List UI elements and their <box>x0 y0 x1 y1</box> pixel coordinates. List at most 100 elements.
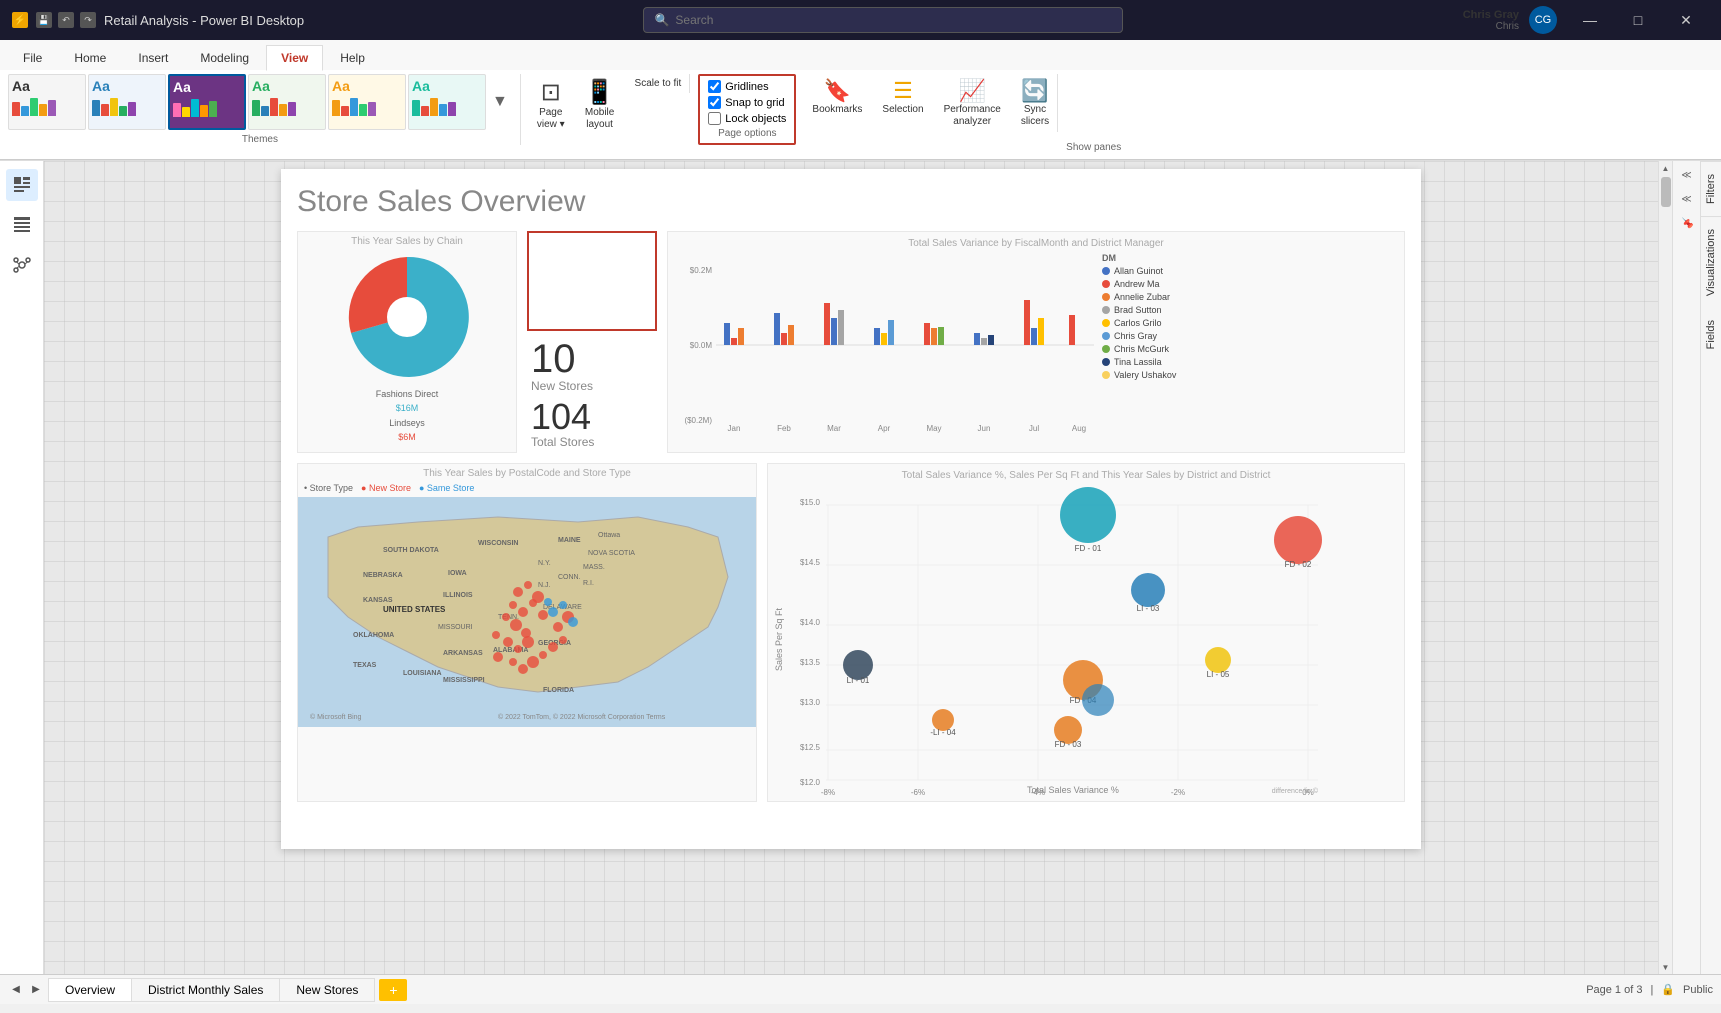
svg-text:$12.5: $12.5 <box>800 743 821 752</box>
kpi-selected-box[interactable] <box>527 231 657 331</box>
snap-to-grid-option[interactable]: Snap to grid <box>708 96 786 109</box>
theme-swatch-4[interactable]: Aa <box>248 74 326 130</box>
save-recent-icon[interactable]: 💾 <box>36 12 52 28</box>
lindseys-label: Lindseys$6M <box>302 416 512 445</box>
add-tab-button[interactable]: + <box>379 979 407 1001</box>
bar-chart-card[interactable]: Total Sales Variance by FiscalMonth and … <box>667 231 1405 453</box>
legend-chris-gray: Chris Gray <box>1102 331 1202 341</box>
svg-text:$14.5: $14.5 <box>800 558 821 567</box>
fields-panel-label[interactable]: Fields <box>1701 308 1721 361</box>
theme-more-chevron[interactable]: ▼ <box>488 93 512 111</box>
user-avatar[interactable]: CG <box>1529 6 1557 34</box>
report-view-icon <box>13 176 31 194</box>
tab-view[interactable]: View <box>266 45 323 71</box>
new-stores-number: 10 <box>531 339 653 379</box>
gridlines-label: Gridlines <box>725 81 768 93</box>
lock-objects-label: Lock objects <box>725 113 786 125</box>
pie-chart-container <box>302 247 512 387</box>
svg-text:KANSAS: KANSAS <box>363 597 393 604</box>
theme-swatch-5[interactable]: Aa <box>328 74 406 130</box>
title-bar-left: ⚡ 💾 ↶ ↷ Retail Analysis - Power BI Deskt… <box>12 12 304 28</box>
scatter-chart-card[interactable]: Total Sales Variance %, Sales Per Sq Ft … <box>767 463 1405 802</box>
title-bar-icons: 💾 ↶ ↷ <box>36 12 96 28</box>
theme-swatch-3[interactable]: Aa <box>168 74 246 130</box>
pin-button[interactable]: 📌 <box>1677 213 1697 233</box>
window-controls: — □ ✕ <box>1567 0 1709 40</box>
lock-objects-checkbox[interactable] <box>708 112 721 125</box>
theme-bar <box>30 98 38 116</box>
model-view-button[interactable] <box>6 249 38 281</box>
legend-annelie-zubar: Annelie Zubar <box>1102 292 1202 302</box>
svg-text:N.Y.: N.Y. <box>538 560 551 567</box>
bookmarks-button[interactable]: 🔖 Bookmarks <box>804 74 870 119</box>
svg-text:Mar: Mar <box>827 424 841 433</box>
svg-text:Aug: Aug <box>1072 424 1086 433</box>
maximize-button[interactable]: □ <box>1615 0 1661 40</box>
svg-text:OKLAHOMA: OKLAHOMA <box>353 632 394 639</box>
scroll-thumb[interactable] <box>1661 177 1671 207</box>
scale-to-fit-label: Scale to fit <box>635 78 682 89</box>
title-search-input[interactable] <box>675 13 1112 27</box>
tab-file[interactable]: File <box>8 45 57 70</box>
snap-to-grid-checkbox[interactable] <box>708 96 721 109</box>
kpi-area: 10 New Stores 104 Total Stores <box>527 231 657 453</box>
bar-chart-content: $0.2M $0.0M ($0.2M) <box>674 253 1398 433</box>
prev-page-button[interactable]: ◀ <box>8 982 24 998</box>
new-stores-tab[interactable]: New Stores <box>279 978 375 1002</box>
app-title: Retail Analysis - Power BI Desktop <box>104 13 304 28</box>
theme-swatch-6[interactable]: Aa <box>408 74 486 130</box>
sync-slicers-icon: 🔄 <box>1021 78 1048 104</box>
map-card[interactable]: This Year Sales by PostalCode and Store … <box>297 463 757 802</box>
minimize-button[interactable]: — <box>1567 0 1613 40</box>
bar-chart-title: Total Sales Variance by FiscalMonth and … <box>674 238 1398 249</box>
selection-icon: ☰ <box>893 78 913 104</box>
filters-panel-label[interactable]: Filters <box>1701 161 1721 216</box>
page-view-button[interactable]: ⊡ Pageview ▾ <box>529 74 573 135</box>
visualizations-panel-label[interactable]: Visualizations <box>1701 216 1721 308</box>
theme-bar <box>288 102 296 116</box>
mobile-layout-button[interactable]: 📱 Mobilelayout <box>577 74 623 135</box>
legend-header: DM <box>1102 253 1202 263</box>
collapse-all-button[interactable]: ≪ <box>1677 165 1697 185</box>
redo-icon[interactable]: ↷ <box>80 12 96 28</box>
performance-analyzer-button[interactable]: 📈 Performanceanalyzer <box>936 74 1009 132</box>
gridlines-checkbox[interactable] <box>708 80 721 93</box>
tab-help[interactable]: Help <box>325 45 380 70</box>
canvas-scroll-area: Store Sales Overview This Year Sales by … <box>44 161 1658 974</box>
district-monthly-sales-tab[interactable]: District Monthly Sales <box>131 978 280 1002</box>
svg-text:Feb: Feb <box>777 424 791 433</box>
title-search-box[interactable]: 🔍 <box>643 7 1123 33</box>
collapse-button[interactable]: ≪ <box>1677 189 1697 209</box>
tab-home[interactable]: Home <box>59 45 121 70</box>
lock-objects-option[interactable]: Lock objects <box>708 112 786 125</box>
undo-icon[interactable]: ↶ <box>58 12 74 28</box>
overview-tab[interactable]: Overview <box>48 978 132 1002</box>
sync-slicers-label: Syncslicers <box>1021 104 1049 128</box>
close-button[interactable]: ✕ <box>1663 0 1709 40</box>
theme-bar <box>412 100 420 116</box>
legend-brad-sutton: Brad Sutton <box>1102 305 1202 315</box>
pie-chart-svg <box>337 247 477 387</box>
vertical-scrollbar[interactable]: ▲ ▼ <box>1658 161 1672 974</box>
svg-text:MAINE: MAINE <box>558 537 581 544</box>
report-view-button[interactable] <box>6 169 38 201</box>
svg-text:$0.2M: $0.2M <box>690 266 713 275</box>
data-view-icon <box>13 216 31 234</box>
tab-insert[interactable]: Insert <box>123 45 183 70</box>
right-panels: ≪ ≪ 📌 Filters Visualizations Fields <box>1672 161 1721 974</box>
tab-modeling[interactable]: Modeling <box>185 45 264 70</box>
data-view-button[interactable] <box>6 209 38 241</box>
scroll-down-arrow[interactable]: ▼ <box>1659 960 1673 974</box>
selection-button[interactable]: ☰ Selection <box>874 74 931 119</box>
gridlines-option[interactable]: Gridlines <box>708 80 786 93</box>
svg-text:SOUTH DAKOTA: SOUTH DAKOTA <box>383 547 439 554</box>
theme-bar <box>128 102 136 116</box>
theme-swatch-1[interactable]: Aa <box>8 74 86 130</box>
theme-swatch-2[interactable]: Aa <box>88 74 166 130</box>
svg-text:$0.0M: $0.0M <box>690 341 713 350</box>
sync-slicers-button[interactable]: 🔄 Syncslicers <box>1013 74 1058 132</box>
title-bar: ⚡ 💾 ↶ ↷ Retail Analysis - Power BI Deskt… <box>0 0 1721 40</box>
next-page-button[interactable]: ▶ <box>28 982 44 998</box>
scroll-up-arrow[interactable]: ▲ <box>1659 161 1673 175</box>
pie-chart-card[interactable]: This Year Sales by Chain Fashion <box>297 231 517 453</box>
